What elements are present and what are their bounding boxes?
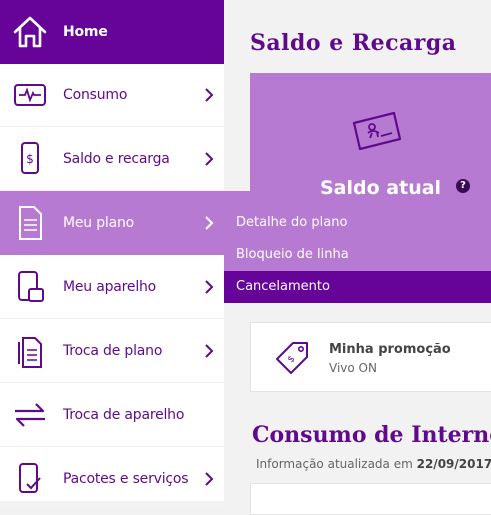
sidebar-item-label: Troca de aparelho: [63, 406, 185, 423]
svg-text:$: $: [286, 354, 297, 365]
sidebar-item-pacotes-servicos[interactable]: Pacotes e serviços: [0, 447, 224, 511]
chevron-right-icon: [205, 280, 214, 294]
sidebar-nav: Home Consumo $ Saldo e recarga Meu plano…: [0, 0, 250, 511]
chevron-right-icon: [205, 472, 214, 486]
chevron-right-icon: [205, 344, 214, 358]
updated-prefix: Informação atualizada em: [256, 457, 413, 471]
sidebar-item-label: Meu aparelho: [63, 278, 157, 295]
chevron-right-icon: [205, 152, 214, 166]
promo-card[interactable]: $ Minha promoção Vivo ON: [250, 322, 491, 392]
page-title: Saldo e Recarga: [250, 30, 457, 56]
consumo-card: [250, 483, 491, 515]
sidebar-item-consumo[interactable]: Consumo: [0, 63, 224, 127]
chevron-right-icon: [205, 216, 214, 230]
ticket-icon: [352, 111, 402, 151]
sidebar-item-home[interactable]: Home: [0, 0, 224, 64]
sidebar-item-meu-plano[interactable]: Meu plano: [0, 191, 250, 255]
saldo-card: Saldo atual ?: [250, 73, 491, 208]
promo-title: Minha promoção: [329, 342, 451, 357]
price-tag-icon: $: [276, 342, 308, 374]
document-icon: [10, 201, 50, 245]
home-icon: [10, 10, 50, 54]
exchange-arrows-icon: [10, 393, 50, 437]
pulse-monitor-icon: [10, 73, 50, 117]
consumo-section-title: Consumo de Internet: [252, 422, 491, 448]
devices-icon: [10, 265, 50, 309]
meu-plano-submenu: Detalhe do plano Bloqueio de linha Cance…: [224, 207, 491, 303]
documents-icon: [10, 329, 50, 373]
promo-subtitle: Vivo ON: [329, 361, 377, 375]
submenu-item-cancelamento[interactable]: Cancelamento: [224, 271, 491, 303]
svg-text:$: $: [26, 152, 34, 166]
sidebar-item-saldo-recarga[interactable]: $ Saldo e recarga: [0, 127, 224, 191]
sidebar-item-troca-plano[interactable]: Troca de plano: [0, 319, 224, 383]
sidebar-item-troca-aparelho[interactable]: Troca de aparelho: [0, 383, 224, 447]
submenu-item-detalhe-plano[interactable]: Detalhe do plano: [224, 207, 491, 239]
sidebar-item-label: Pacotes e serviços: [63, 470, 189, 487]
phone-dollar-icon: $: [10, 137, 50, 181]
sidebar-item-label: Troca de plano: [63, 342, 163, 359]
updated-info: Informação atualizada em 22/09/2017: [256, 457, 491, 471]
chevron-right-icon: [205, 88, 214, 102]
sidebar-item-label: Saldo e recarga: [63, 150, 170, 167]
sidebar-item-meu-aparelho[interactable]: Meu aparelho: [0, 255, 224, 319]
sidebar-item-label: Meu plano: [63, 215, 135, 231]
sidebar-item-label: Home: [63, 24, 108, 40]
saldo-heading: Saldo atual: [320, 177, 442, 199]
sidebar-item-label: Consumo: [63, 86, 128, 103]
submenu-item-bloqueio-linha[interactable]: Bloqueio de linha: [224, 239, 491, 271]
phone-check-icon: [10, 457, 50, 501]
updated-date: 22/09/2017: [416, 457, 491, 471]
help-icon[interactable]: ?: [456, 179, 470, 193]
